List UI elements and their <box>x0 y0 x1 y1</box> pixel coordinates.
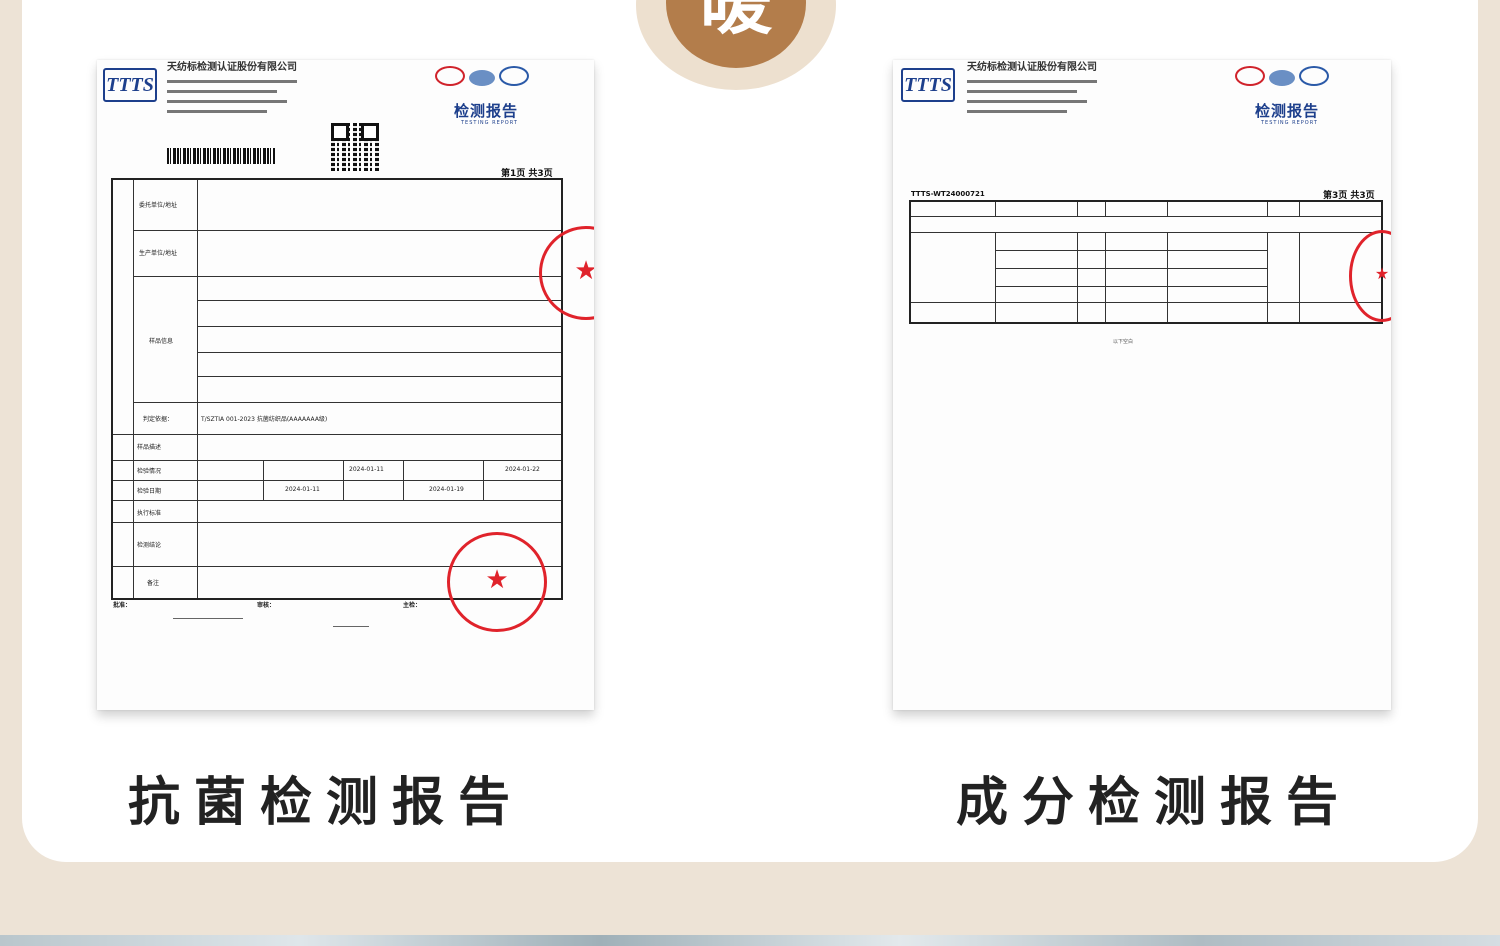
qr-code <box>331 123 379 171</box>
date-4: 2024-01-19 <box>429 486 464 493</box>
method-label: 执行标准 <box>137 510 162 517</box>
sample-info-label: 样品信息 <box>149 338 174 345</box>
report-serial: TTTS-WT24000721 <box>911 190 985 198</box>
org-line <box>167 100 287 103</box>
bottom-image-strip <box>0 935 1500 946</box>
certification-marks <box>435 66 533 86</box>
signature-scribble <box>333 608 369 627</box>
barcode <box>167 148 275 164</box>
report-subtitle: TESTING REPORT <box>461 120 518 126</box>
composition-report-image: TTTS 天纺标检测认证股份有限公司 检测报告 TESTING REPORT T… <box>893 60 1391 710</box>
org-line <box>967 80 1097 83</box>
remark-label: 备注 <box>147 580 160 587</box>
certification-marks <box>1235 66 1333 86</box>
judgement-label: 判定依据： <box>143 416 174 423</box>
antibacterial-report-caption: 抗菌检测报告 <box>128 773 525 833</box>
sample-desc-label: 样品描述 <box>137 444 162 451</box>
producer-label: 生产单位/地址 <box>139 250 178 257</box>
commissioner-label: 委托单位/地址 <box>139 202 178 209</box>
test-situation-label: 检验情况 <box>137 468 162 475</box>
review-label: 审核： <box>257 602 276 609</box>
judgement-value: T/SZTIA 001-2023 抗菌纺织品(AAAAAAA级) <box>201 416 328 423</box>
test-date-label: 检验日期 <box>137 488 162 495</box>
report-title: 检测报告 <box>1255 102 1320 120</box>
composition-report-caption: 成分检测报告 <box>956 773 1353 833</box>
org-name: 天纺标检测认证股份有限公司 <box>967 62 1097 73</box>
org-line <box>967 110 1067 113</box>
antibacterial-report-image: TTTS 天纺标检测认证股份有限公司 检测报告 TESTING REPORT 第… <box>97 60 594 710</box>
report-subtitle: TESTING REPORT <box>1261 120 1318 126</box>
org-line <box>167 110 267 113</box>
ttts-logo: TTTS <box>103 68 157 102</box>
official-seal-stamp: ★ <box>447 532 547 632</box>
table-footer-note: 以下空白 <box>1113 339 1134 345</box>
conclusion-label: 检测结论 <box>137 542 162 549</box>
org-name: 天纺标检测认证股份有限公司 <box>167 62 297 73</box>
date-2: 2024-01-22 <box>505 466 540 473</box>
org-line <box>167 90 277 93</box>
date-3: 2024-01-11 <box>285 486 320 493</box>
date-1: 2024-01-11 <box>349 466 384 473</box>
org-line <box>167 80 297 83</box>
main-inspector-label: 主检： <box>403 602 422 609</box>
composition-table <box>909 200 1383 324</box>
approve-label: 批准： <box>113 602 132 609</box>
report-title: 检测报告 <box>454 102 519 120</box>
ttts-logo: TTTS <box>901 68 955 102</box>
signature-scribble <box>173 604 243 619</box>
org-line <box>967 90 1077 93</box>
org-line <box>967 100 1087 103</box>
